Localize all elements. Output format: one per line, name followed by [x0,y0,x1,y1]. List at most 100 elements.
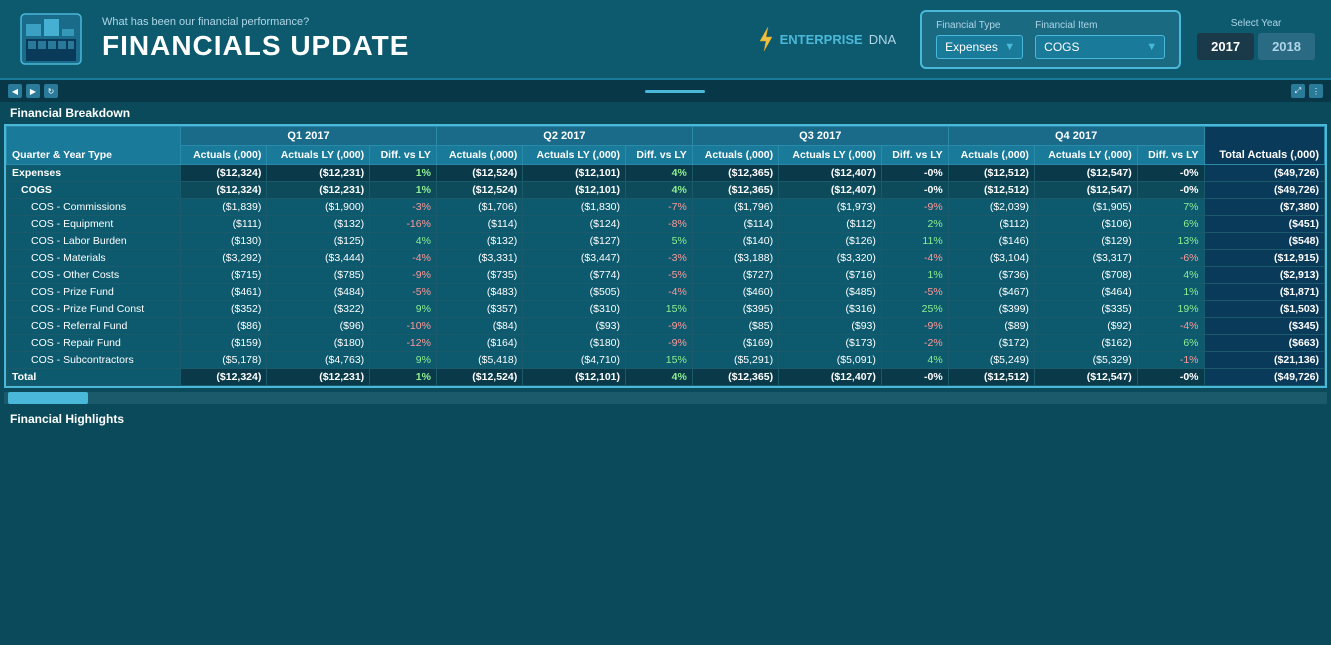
q1-header: Q1 2017 [181,127,437,146]
row-label-cell: Total [7,369,181,386]
q1-diff-cell: -16% [370,216,437,233]
table-row: COS - Equipment ($111) ($132) -16% ($114… [7,216,1325,233]
q4-ly-header: Actuals LY (,000) [1034,146,1137,165]
q2-actuals-cell: ($132) [436,233,522,250]
year-2018-button[interactable]: 2018 [1258,33,1315,60]
more-icon[interactable]: ⋮ [1309,84,1323,98]
q2-header: Q2 2017 [436,127,692,146]
forward-icon[interactable]: ▶ [26,84,40,98]
q3-diff-cell: 25% [881,301,948,318]
header-title-block: What has been our financial performance?… [102,16,736,62]
horizontal-scrollbar[interactable] [4,392,1327,404]
q3-actuals-cell: ($3,188) [692,250,778,267]
table-row: COS - Prize Fund ($461) ($484) -5% ($483… [7,284,1325,301]
q1-actuals-cell: ($86) [181,318,267,335]
q1-ly-cell: ($4,763) [267,352,370,369]
q3-actuals-cell: ($169) [692,335,778,352]
q4-diff-cell: -4% [1137,318,1204,335]
q2-ly-cell: ($124) [523,216,626,233]
q1-ly-cell: ($125) [267,233,370,250]
financial-item-label: Financial Item [1035,20,1165,31]
q2-ly-cell: ($127) [523,233,626,250]
q2-ly-cell: ($12,101) [523,165,626,182]
q3-actuals-cell: ($395) [692,301,778,318]
q4-ly-cell: ($92) [1034,318,1137,335]
q1-ly-cell: ($1,900) [267,199,370,216]
q2-actuals-cell: ($12,524) [436,182,522,199]
header: What has been our financial performance?… [0,0,1331,80]
q1-diff-cell: 1% [370,182,437,199]
q4-ly-cell: ($106) [1034,216,1137,233]
q2-ly-cell: ($1,830) [523,199,626,216]
q4-actuals-cell: ($112) [948,216,1034,233]
q2-diff-cell: 4% [626,182,693,199]
q1-diff-cell: 9% [370,301,437,318]
q3-ly-cell: ($173) [779,335,882,352]
q1-diff-cell: -5% [370,284,437,301]
q4-diff-cell: 1% [1137,284,1204,301]
q2-ly-cell: ($505) [523,284,626,301]
q4-actuals-cell: ($89) [948,318,1034,335]
row-label-cell: COS - Prize Fund Const [7,301,181,318]
q4-actuals-cell: ($12,512) [948,182,1034,199]
year-2017-button[interactable]: 2017 [1197,33,1254,60]
financial-item-select[interactable]: COGS SGA Other [1035,35,1165,59]
q3-actuals-cell: ($140) [692,233,778,250]
q4-ly-cell: ($3,317) [1034,250,1137,267]
q4-actuals-cell: ($3,104) [948,250,1034,267]
q1-ly-cell: ($322) [267,301,370,318]
q4-ly-cell: ($708) [1034,267,1137,284]
q4-diff-cell: 7% [1137,199,1204,216]
lightning-icon [752,25,780,53]
q3-header: Q3 2017 [692,127,948,146]
q4-diff-cell: 19% [1137,301,1204,318]
q1-diff-cell: 1% [370,165,437,182]
financial-type-control: Financial Type Expenses Revenue Profit ▼ [936,20,1023,59]
q3-actuals-cell: ($12,365) [692,182,778,199]
q2-actuals-cell: ($357) [436,301,522,318]
q2-ly-cell: ($93) [523,318,626,335]
q2-actuals-cell: ($114) [436,216,522,233]
q1-diff-header: Diff. vs LY [370,146,437,165]
row-label-cell: COS - Materials [7,250,181,267]
q3-actuals-cell: ($85) [692,318,778,335]
q4-diff-cell: -0% [1137,369,1204,386]
table-row: COGS ($12,324) ($12,231) 1% ($12,524) ($… [7,182,1325,199]
refresh-icon[interactable]: ↻ [44,84,58,98]
total-cell: ($12,915) [1204,250,1324,267]
financial-table: Quarter & Year Type Q1 2017 Q2 2017 Q3 2… [6,126,1325,386]
table-row: COS - Labor Burden ($130) ($125) 4% ($13… [7,233,1325,250]
total-cell: ($21,136) [1204,352,1324,369]
q3-actuals-cell: ($114) [692,216,778,233]
q1-diff-cell: -4% [370,250,437,267]
financial-type-select[interactable]: Expenses Revenue Profit [936,35,1023,59]
row-label-cell: COS - Commissions [7,199,181,216]
q3-ly-cell: ($316) [779,301,882,318]
expand-icon[interactable]: ⤢ [1291,84,1305,98]
q4-ly-cell: ($12,547) [1034,165,1137,182]
q3-diff-cell: 4% [881,352,948,369]
q4-ly-cell: ($1,905) [1034,199,1137,216]
q2-diff-cell: -9% [626,318,693,335]
q3-ly-header: Actuals LY (,000) [779,146,882,165]
q1-actuals-cell: ($5,178) [181,352,267,369]
back-icon[interactable]: ◀ [8,84,22,98]
q4-actuals-cell: ($2,039) [948,199,1034,216]
q2-ly-cell: ($12,101) [523,182,626,199]
q2-diff-cell: 15% [626,352,693,369]
q2-diff-cell: 15% [626,301,693,318]
row-label-header: Quarter & Year Type [7,127,181,165]
q3-ly-cell: ($716) [779,267,882,284]
row-label-cell: COS - Labor Burden [7,233,181,250]
q4-diff-cell: -1% [1137,352,1204,369]
total-cell: ($1,503) [1204,301,1324,318]
total-cell: ($2,913) [1204,267,1324,284]
q1-actuals-cell: ($1,839) [181,199,267,216]
q1-actuals-cell: ($3,292) [181,250,267,267]
q4-ly-cell: ($5,329) [1034,352,1137,369]
q2-diff-cell: -4% [626,284,693,301]
q2-actuals-cell: ($12,524) [436,165,522,182]
q4-ly-cell: ($12,547) [1034,369,1137,386]
q2-ly-cell: ($310) [523,301,626,318]
total-header: Total Actuals (,000) [1204,127,1324,165]
